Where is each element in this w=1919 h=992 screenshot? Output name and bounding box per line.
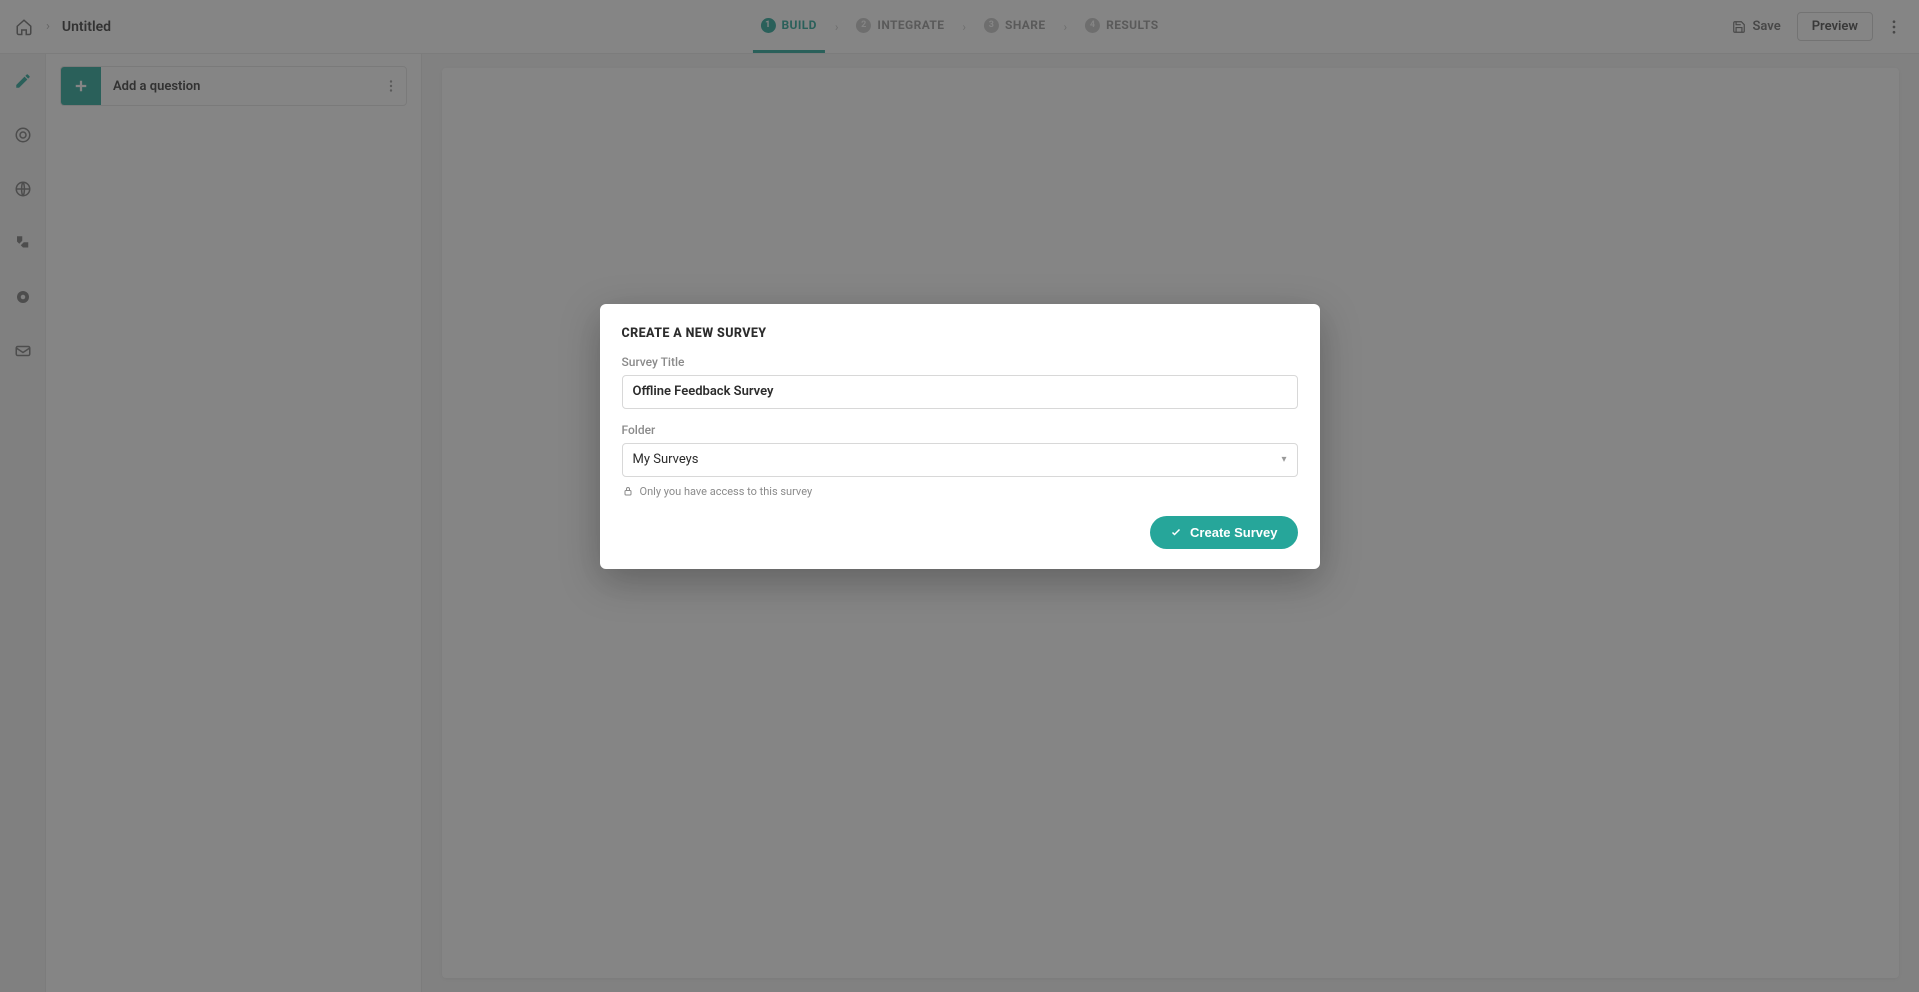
lock-icon	[622, 485, 634, 497]
create-survey-modal: CREATE A NEW SURVEY Survey Title Folder …	[600, 304, 1320, 569]
modal-title: CREATE A NEW SURVEY	[622, 326, 1298, 341]
modal-overlay[interactable]: CREATE A NEW SURVEY Survey Title Folder …	[0, 0, 1919, 992]
modal-footer: Create Survey	[622, 516, 1298, 549]
survey-title-input[interactable]	[622, 375, 1298, 409]
chevron-down-icon: ▾	[1281, 454, 1286, 465]
folder-selected-value: My Surveys	[633, 452, 699, 467]
access-hint: Only you have access to this survey	[622, 485, 1298, 498]
check-icon	[1170, 526, 1182, 538]
folder-label: Folder	[622, 423, 1298, 437]
survey-title-label: Survey Title	[622, 355, 1298, 369]
folder-select[interactable]: My Surveys ▾	[622, 443, 1298, 477]
access-hint-text: Only you have access to this survey	[640, 485, 813, 498]
create-survey-button[interactable]: Create Survey	[1150, 516, 1297, 549]
create-survey-label: Create Survey	[1190, 525, 1277, 540]
